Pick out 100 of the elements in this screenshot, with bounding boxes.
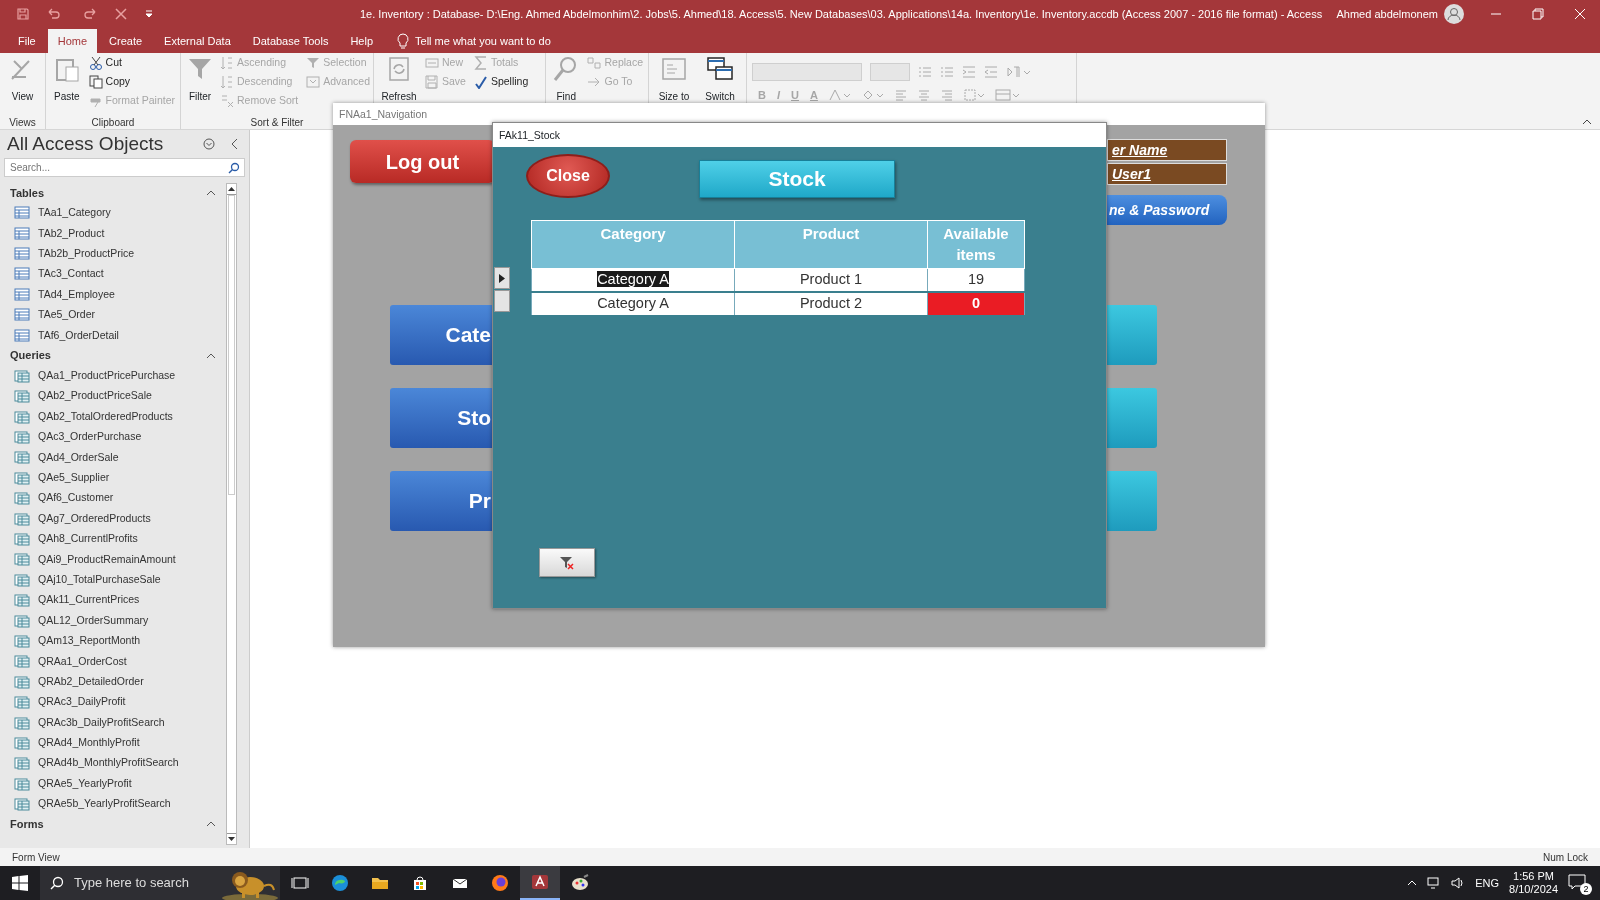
query-icon [14,593,30,608]
ribbon-tab[interactable]: Home [47,29,98,53]
scroll-down-icon[interactable] [228,837,235,841]
query-icon [14,756,30,771]
clock-date[interactable]: 8/10/2024 [1509,883,1558,896]
volume-icon[interactable] [1451,877,1466,889]
ribbon-tab[interactable]: External Data [154,29,241,53]
object-item[interactable]: TAb2b_ProductPrice [0,243,226,265]
customize-icon[interactable] [144,9,154,19]
table-cell[interactable]: Product 1 [734,268,928,292]
notification-icon[interactable] [1568,874,1586,891]
restore-icon[interactable] [1532,8,1544,20]
close-button[interactable]: Close [526,154,610,198]
object-item[interactable]: QAk11_CurrentPrices [0,590,226,611]
dropdown-icon[interactable] [203,138,215,150]
collapse-icon[interactable] [206,190,216,196]
object-item[interactable]: QAh8_CurrentlProfits [0,528,226,550]
query-icon [14,613,30,628]
ribbon-button[interactable]: Copy [88,74,175,90]
clear-sort-icon [220,94,234,108]
object-item[interactable]: QAc3_OrderPurchase [0,426,226,448]
ribbon-tab[interactable]: Database Tools [242,29,339,53]
object-item[interactable]: QAe5_Supplier [0,467,226,489]
table-cell[interactable]: Category A [531,268,735,292]
network-icon[interactable] [1427,877,1442,889]
user-field: User1 [1107,163,1227,185]
tell-me-field[interactable]: Tell me what you want to do [415,29,551,53]
menu-button[interactable]: Cate [390,305,493,365]
ribbon-button[interactable]: Switch [700,55,740,104]
object-item[interactable]: QRAc3b_DailyProfitSearch [0,712,226,733]
object-item[interactable]: TAd4_Employee [0,284,226,305]
new-record-icon [425,56,439,70]
object-item[interactable]: QRAc3_DailyProfit [0,692,226,713]
chevron-up-icon[interactable] [1407,880,1418,886]
record-selector[interactable] [494,267,510,289]
lightbulb-icon [397,33,409,49]
table-icon [14,328,30,343]
save-icon[interactable] [16,7,30,21]
object-item[interactable]: QAm13_ReportMonth [0,630,226,652]
object-item[interactable]: TAa1_Category [0,203,226,224]
ribbon-button[interactable]: Spelling [473,74,529,90]
object-item[interactable]: QRAb2_DetailedOrder [0,671,226,692]
object-item[interactable]: QRAd4b_MonthlyProfitSearch [0,753,226,774]
query-icon [14,634,30,648]
collapse-icon[interactable] [206,352,216,359]
ribbon-tab[interactable]: File [8,29,46,53]
object-item[interactable]: QAa1_ProductPricePurchase [0,365,226,387]
object-item[interactable]: QAb2_ProductPriceSale [0,386,226,407]
font-size-field[interactable] [870,63,910,81]
menu-button[interactable]: Pr [390,471,493,531]
search-field[interactable]: Search... [4,158,245,177]
column-header: Product [802,225,860,242]
object-item[interactable]: TAe5_Order [0,304,226,326]
scrollbar[interactable] [226,183,237,845]
section-header[interactable]: Forms [10,816,44,833]
row-color-icon[interactable] [994,89,1019,102]
close-icon[interactable] [1574,8,1586,20]
font-name-field[interactable] [752,63,862,81]
object-item[interactable]: TAf6_OrderDetail [0,325,226,346]
object-item[interactable]: TAb2_Product [0,223,226,244]
scroll-up-icon[interactable] [228,187,235,191]
table-cell[interactable]: Category A [531,291,735,316]
collapse-ribbon-icon[interactable] [1582,119,1592,125]
object-item[interactable]: QRAe5b_YearlyProfitSearch [0,793,226,815]
notification-badge: 2 [1580,883,1592,895]
taskbar-app[interactable] [520,866,560,900]
object-item[interactable]: QRAd4_MonthlyProfit [0,732,226,754]
fill-color-icon[interactable] [861,89,884,102]
menu-button[interactable]: Sto [390,388,493,448]
object-item[interactable]: QRAa1_OrderCost [0,651,226,672]
object-item[interactable]: QRAe5_YearlyProfit [0,773,226,794]
object-item[interactable]: QAi9_ProductRemainAmount [0,549,226,570]
clock-time[interactable]: 1:56 PM [1513,870,1554,883]
collapse-icon[interactable] [206,821,216,828]
taskbar-search-field[interactable]: Type here to search [40,866,280,900]
query-icon [14,776,30,791]
object-item[interactable]: TAc3_Contact [0,264,226,285]
avatar-icon[interactable] [1444,4,1464,24]
object-item[interactable]: QAb2_TotalOrderedProducts [0,406,226,427]
cancel-icon[interactable] [114,7,128,21]
ribbon-tab[interactable]: Help [340,29,383,53]
table-cell[interactable]: Product 2 [734,291,928,316]
object-item[interactable]: QAg7_OrderedProducts [0,508,226,529]
table-icon [14,246,30,261]
change-password-button[interactable]: ne & Password [1107,195,1227,225]
ribbon-tab[interactable]: Create [99,29,153,53]
ribbon-button[interactable]: Cut [88,55,175,71]
table-cell[interactable]: 0 [927,291,1025,316]
column-header: Category [600,225,666,242]
clear-filter-button[interactable] [539,548,595,577]
object-item[interactable]: QAd4_OrderSale [0,447,226,468]
object-item[interactable]: QAf6_Customer [0,488,226,509]
logout-button[interactable]: Log out [350,140,495,183]
collapse-pane-icon[interactable] [231,138,239,150]
language-indicator[interactable]: ENG [1475,874,1500,892]
copy-icon [88,75,103,89]
section-header[interactable]: Tables [10,184,45,202]
section-header[interactable]: Queries [10,347,51,364]
object-item[interactable]: QAL12_OrderSummary [0,610,226,631]
object-item[interactable]: QAj10_TotalPurchaseSale [0,569,226,591]
